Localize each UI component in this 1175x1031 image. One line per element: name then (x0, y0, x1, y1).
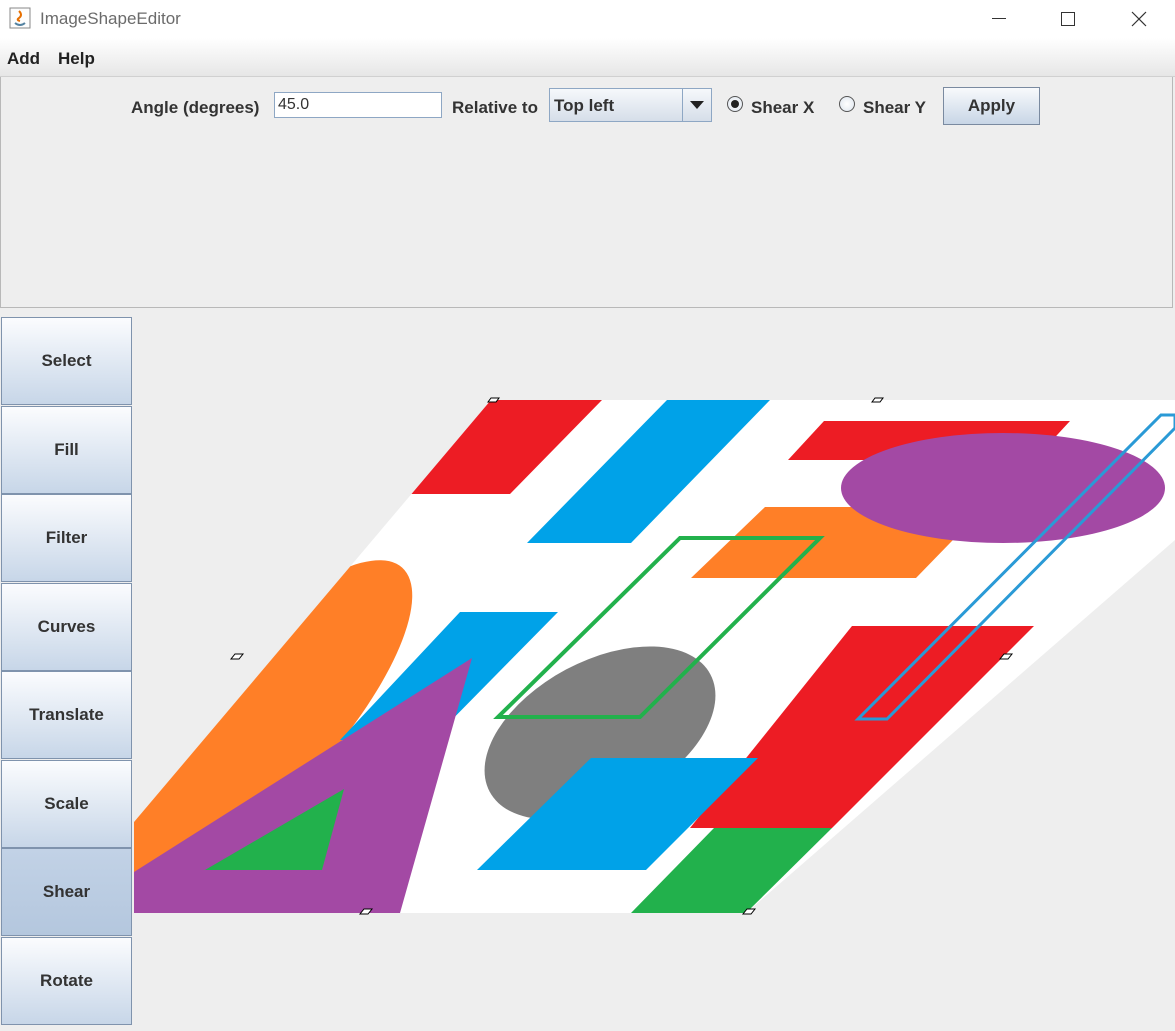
maximize-icon[interactable] (1045, 0, 1091, 38)
handle-mid-left (229, 653, 245, 660)
relative-to-label: Relative to (452, 98, 538, 117)
menu-help[interactable]: Help (58, 49, 95, 69)
close-icon[interactable] (1116, 0, 1162, 38)
tool-rotate-button[interactable]: Rotate (1, 937, 132, 1025)
relative-to-select[interactable]: Top left (549, 88, 712, 122)
relative-to-value: Top left (554, 96, 615, 115)
minimize-icon[interactable] (976, 0, 1022, 38)
tool-fill-button[interactable]: Fill (1, 406, 132, 494)
menu-add[interactable]: Add (7, 49, 40, 69)
angle-input[interactable] (274, 92, 442, 118)
shear-y-label[interactable]: Shear Y (863, 98, 926, 118)
chevron-down-icon[interactable] (682, 89, 711, 121)
tool-select-button[interactable]: Select (1, 317, 132, 405)
sheared-image[interactable] (134, 310, 1175, 1026)
shear-x-label[interactable]: Shear X (751, 98, 814, 118)
tool-scale-button[interactable]: Scale (1, 760, 132, 848)
menu-bar: Add Help (0, 38, 1175, 77)
shear-options-panel: Angle (degrees) Relative to Top left She… (0, 77, 1173, 308)
angle-label: Angle (degrees) (131, 98, 260, 117)
shear-y-radio[interactable] (839, 96, 855, 112)
tool-curves-button[interactable]: Curves (1, 583, 132, 671)
tool-translate-button[interactable]: Translate (1, 671, 132, 759)
tool-shear-button[interactable]: Shear (1, 848, 132, 936)
window-title: ImageShapeEditor (40, 9, 181, 28)
title-bar: ImageShapeEditor (0, 0, 1175, 38)
tool-filter-button[interactable]: Filter (1, 494, 132, 582)
java-app-icon (9, 7, 31, 29)
apply-button[interactable]: Apply (943, 87, 1040, 125)
image-canvas[interactable] (134, 310, 1175, 1026)
shear-x-radio[interactable] (727, 96, 743, 112)
